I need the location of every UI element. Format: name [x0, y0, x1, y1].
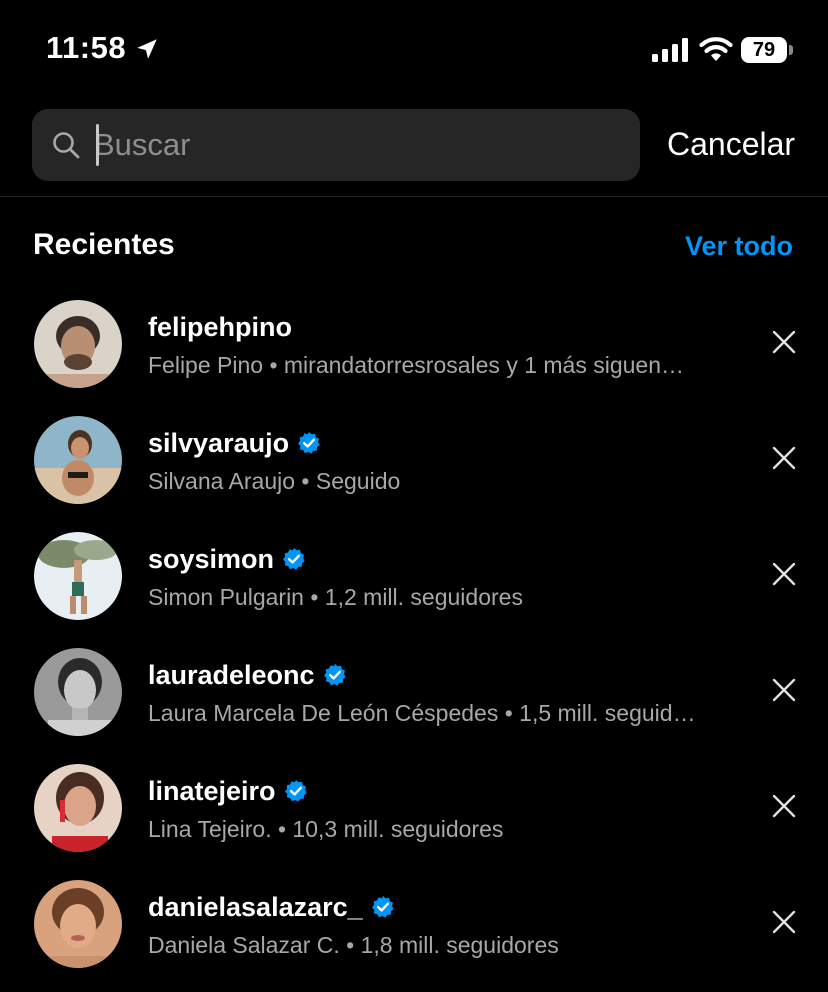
verified-badge-icon — [283, 548, 305, 570]
list-item[interactable]: soysimon Simon Pulgarin • 1,2 mill. segu… — [0, 514, 828, 630]
avatar — [34, 300, 122, 388]
verified-badge-icon — [284, 780, 307, 802]
avatar — [34, 648, 122, 736]
close-icon[interactable] — [768, 906, 800, 938]
status-bar: 11:58 79 — [0, 0, 828, 100]
close-icon[interactable] — [768, 558, 800, 590]
list-item[interactable]: felipehpino Felipe Pino • mirandatorresr… — [0, 282, 828, 398]
username-row: soysimon — [148, 542, 306, 576]
search-input[interactable] — [94, 123, 614, 167]
cellular-signal-icon — [652, 38, 688, 62]
verified-badge-icon — [323, 664, 346, 686]
close-icon[interactable] — [768, 442, 800, 474]
battery-level: 79 — [741, 37, 787, 63]
close-icon[interactable] — [768, 674, 800, 706]
location-arrow-icon — [137, 39, 157, 59]
username: silvyaraujo — [148, 427, 290, 458]
subtitle: Simon Pulgarin • 1,2 mill. seguidores — [148, 584, 523, 610]
username-row: felipehpino — [148, 310, 292, 344]
avatar — [34, 880, 122, 968]
list-item[interactable]: lauradeleonc Laura Marcela De León Céspe… — [0, 630, 828, 746]
username: lauradeleonc — [148, 659, 315, 690]
status-time: 11:58 — [46, 30, 127, 65]
see-all-link[interactable]: Ver todo — [685, 231, 793, 262]
battery-icon: 79 — [741, 37, 793, 63]
avatar — [34, 416, 122, 504]
list-item[interactable]: silvyaraujo Silvana Araujo • Seguido — [0, 398, 828, 514]
close-icon[interactable] — [768, 326, 800, 358]
username-row: danielasalazarc_ — [148, 890, 395, 924]
avatar — [34, 532, 122, 620]
verified-badge-icon — [298, 432, 320, 454]
username-row: silvyaraujo — [148, 426, 321, 460]
divider — [0, 196, 828, 197]
list-item[interactable]: danielasalazarc_ Daniela Salazar C. • 1,… — [0, 862, 828, 978]
section-title: Recientes — [33, 228, 175, 261]
verified-badge-icon — [371, 896, 394, 918]
username: soysimon — [148, 543, 275, 574]
wifi-icon — [699, 37, 733, 61]
username: felipehpino — [148, 311, 292, 342]
search-bar[interactable] — [32, 109, 640, 181]
search-icon — [53, 132, 80, 159]
username-row: linatejeiro — [148, 774, 308, 808]
subtitle: Lina Tejeiro. • 10,3 mill. seguidores — [148, 816, 504, 842]
username: linatejeiro — [148, 775, 276, 806]
subtitle: Silvana Araujo • Seguido — [148, 468, 401, 494]
list-item[interactable]: linatejeiro Lina Tejeiro. • 10,3 mill. s… — [0, 746, 828, 862]
avatar — [34, 764, 122, 852]
close-icon[interactable] — [768, 790, 800, 822]
subtitle: Felipe Pino • mirandatorresrosales y 1 m… — [148, 352, 685, 378]
subtitle: Laura Marcela De León Céspedes • 1,5 mil… — [148, 700, 696, 726]
username: danielasalazarc_ — [148, 891, 363, 922]
username-row: lauradeleonc — [148, 658, 347, 692]
battery-cap — [789, 45, 793, 55]
cancel-button[interactable]: Cancelar — [667, 126, 795, 163]
text-cursor — [96, 124, 99, 166]
subtitle: Daniela Salazar C. • 1,8 mill. seguidore… — [148, 932, 559, 958]
